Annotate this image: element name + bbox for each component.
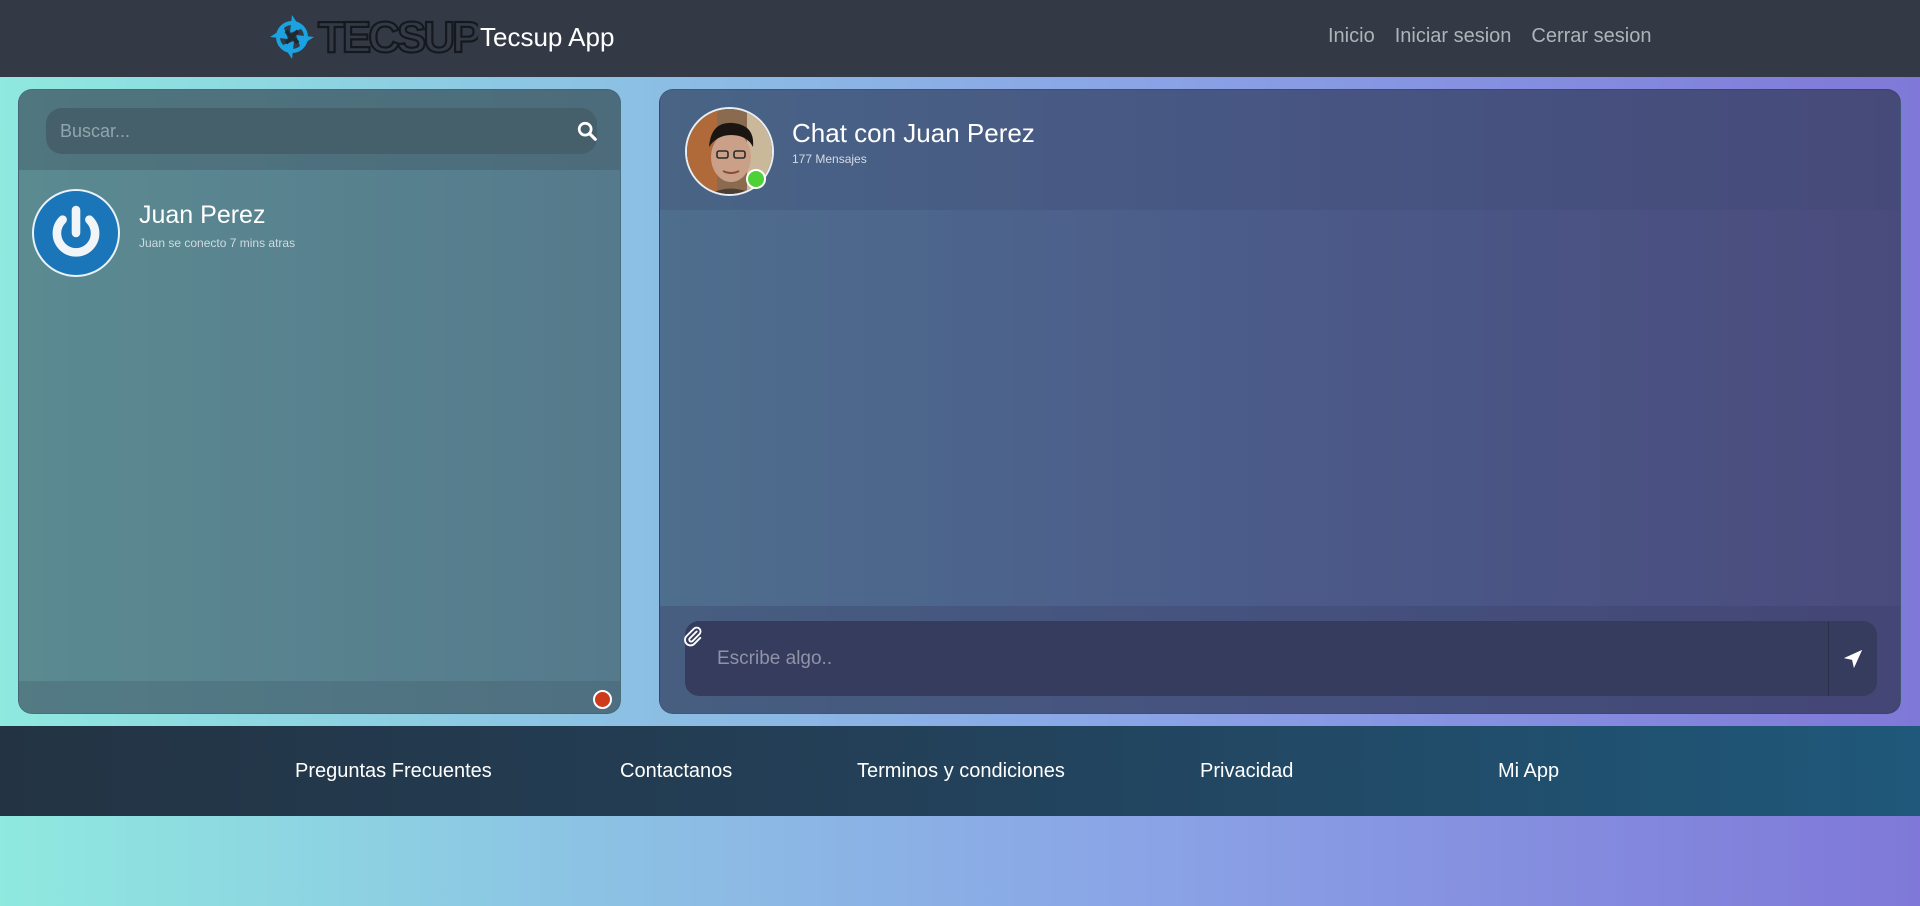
search-input[interactable] — [60, 108, 540, 154]
chat-panel: Chat con Juan Perez 177 Mensajes — [659, 89, 1901, 714]
message-input[interactable] — [717, 621, 1817, 696]
send-icon — [1843, 649, 1863, 668]
site-footer: Preguntas Frecuentes Contactanos Termino… — [0, 726, 1920, 816]
paperclip-icon[interactable] — [682, 625, 704, 647]
footer-link-contact[interactable]: Contactanos — [620, 760, 732, 783]
send-button[interactable] — [1828, 621, 1877, 696]
contacts-footer — [19, 681, 620, 713]
chat-footer — [660, 606, 1900, 713]
brand-name[interactable]: Tecsup App — [480, 22, 614, 53]
chat-title: Chat con Juan Perez — [792, 118, 1035, 148]
contact-item[interactable]: Juan Perez Juan se conecto 7 mins atras — [32, 189, 592, 279]
contact-status: Juan se conecto 7 mins atras — [139, 236, 296, 250]
search-box — [46, 108, 597, 154]
message-box — [685, 621, 1877, 696]
nav-link-iniciar-sesion[interactable]: Iniciar sesion — [1385, 20, 1522, 52]
nav-link-inicio[interactable]: Inicio — [1318, 20, 1385, 52]
footer-link-privacy[interactable]: Privacidad — [1200, 760, 1293, 783]
message-count: 177 Mensajes — [792, 152, 867, 166]
footer-link-faq[interactable]: Preguntas Frecuentes — [295, 760, 492, 783]
chat-header: Chat con Juan Perez 177 Mensajes — [660, 90, 1900, 210]
nav-links: Inicio Iniciar sesion Cerrar sesion — [1318, 20, 1661, 52]
svg-text:TECSUP: TECSUP — [318, 13, 478, 62]
top-navbar: TECSUP Tecsup App Inicio Iniciar sesion … — [0, 0, 1920, 77]
footer-link-terms[interactable]: Terminos y condiciones — [857, 760, 1065, 783]
search-icon[interactable] — [576, 120, 598, 142]
contact-name: Juan Perez — [139, 201, 266, 229]
power-icon — [32, 189, 120, 277]
footer-link-my-app[interactable]: Mi App — [1498, 760, 1559, 783]
online-status-dot — [746, 169, 766, 189]
contacts-header — [19, 90, 620, 170]
tecsup-logo: TECSUP — [270, 12, 478, 63]
offline-status-dot — [593, 690, 612, 709]
contacts-panel: Juan Perez Juan se conecto 7 mins atras — [18, 89, 621, 714]
brand[interactable]: TECSUP Tecsup App — [266, 8, 614, 66]
nav-link-cerrar-sesion[interactable]: Cerrar sesion — [1521, 20, 1661, 52]
